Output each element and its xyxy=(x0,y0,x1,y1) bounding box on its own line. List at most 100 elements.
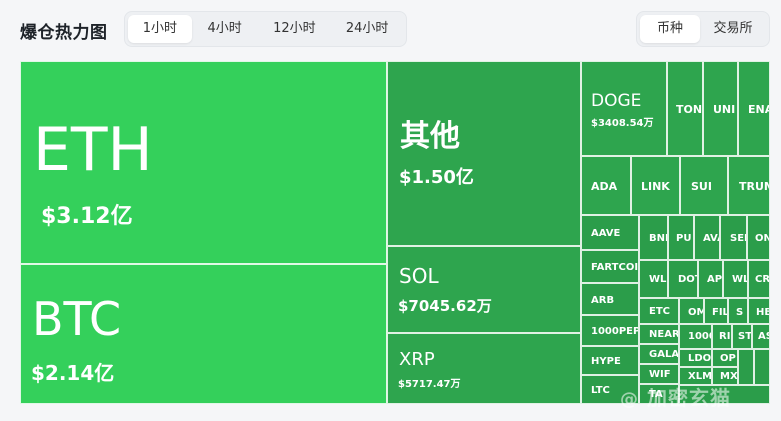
tile-symbol: ST xyxy=(738,331,752,342)
tile-ada[interactable]: ADA xyxy=(581,156,631,215)
tab-24h[interactable]: 24小时 xyxy=(331,15,403,43)
tile-symbol: 1000PEPE xyxy=(591,326,638,337)
tile-aave[interactable]: AAVE xyxy=(581,215,639,250)
watermark-text: 加密玄猫 xyxy=(646,386,731,410)
tile-dot[interactable]: DOT xyxy=(668,260,698,298)
tile-apt[interactable]: APT xyxy=(698,260,723,298)
tile-wif[interactable]: WIF xyxy=(639,364,679,384)
tile-symbol: ETC xyxy=(649,306,670,317)
tile-symbol: DOGE xyxy=(591,91,642,111)
tile-symbol: UNI xyxy=(713,103,736,116)
tile-avax[interactable]: AVA xyxy=(694,215,720,260)
tile-symbol: OM xyxy=(688,307,703,318)
tile-ldo[interactable]: LDO xyxy=(679,349,712,367)
tile-symbol: AS xyxy=(758,331,769,342)
tab-exchange[interactable]: 交易所 xyxy=(700,15,766,43)
tile-op[interactable]: OP xyxy=(712,349,738,367)
tile-s[interactable]: S xyxy=(728,298,748,324)
tile-symbol: LTC xyxy=(591,385,610,396)
tile-symbol: DOT xyxy=(678,274,697,285)
tile-symbol: ETH xyxy=(33,115,153,185)
tile-symbol: SEI xyxy=(730,233,747,244)
tile-ri[interactable]: RI xyxy=(712,324,732,349)
tile-ena[interactable]: ENA xyxy=(738,61,770,156)
tile-symbol: 其他 xyxy=(400,119,460,154)
tile-symbol: TRUM xyxy=(739,180,769,193)
tile-symbol: OP xyxy=(720,353,736,364)
tile-symbol: SOL xyxy=(399,264,439,288)
tab-4h[interactable]: 4小时 xyxy=(192,15,258,43)
tile-misc-2[interactable] xyxy=(754,349,770,385)
tile-etc[interactable]: ETC xyxy=(639,298,679,324)
tile-fil[interactable]: FIL xyxy=(704,298,728,324)
tile-symbol: XLM xyxy=(688,371,712,382)
tile-symbol: ADA xyxy=(591,180,618,193)
tile-symbol: ON xyxy=(755,233,769,244)
tile-arb[interactable]: ARB xyxy=(581,283,639,315)
tile-sui[interactable]: SUI xyxy=(680,156,728,215)
tile-ton[interactable]: TON xyxy=(667,61,703,156)
tile-misc-1[interactable] xyxy=(738,349,754,385)
tile-symbol: APT xyxy=(707,274,723,285)
tile-as[interactable]: AS xyxy=(752,324,770,349)
tile-value: $7045.62万 xyxy=(398,297,492,315)
tile-symbol: AAVE xyxy=(591,228,621,239)
tile-hype[interactable]: HYPE xyxy=(581,346,639,375)
tile-symbol: SUI xyxy=(691,180,712,193)
tile-1000[interactable]: 1000 xyxy=(679,324,712,349)
time-range-tabs: 1小时 4小时 12小时 24小时 xyxy=(124,11,407,47)
watermark: @ 加密玄猫 xyxy=(620,382,731,411)
view-mode-tabs: 币种 交易所 xyxy=(636,11,770,47)
tile-symbol: HYPE xyxy=(591,356,621,367)
tile-crv[interactable]: CR xyxy=(748,260,770,298)
tile-symbol: S xyxy=(736,307,744,318)
tile-sei[interactable]: SEI xyxy=(720,215,747,260)
tile-btc[interactable]: BTC $2.14亿 xyxy=(20,264,387,404)
tile-symbol: MX xyxy=(720,371,738,382)
tile-symbol: RI xyxy=(719,331,731,342)
tile-pu[interactable]: PU xyxy=(668,215,694,260)
tile-wl[interactable]: WL xyxy=(723,260,748,298)
tile-symbol: HB xyxy=(756,307,769,318)
tile-symbol: CR xyxy=(755,274,770,285)
tile-on[interactable]: ON xyxy=(747,215,770,260)
tile-doge[interactable]: DOGE $3408.54万 xyxy=(581,61,667,156)
tile-bnb[interactable]: BNB xyxy=(639,215,668,260)
tile-other[interactable]: 其他 $1.50亿 xyxy=(387,61,581,246)
tile-uni[interactable]: UNI xyxy=(703,61,738,156)
tile-om[interactable]: OM xyxy=(679,298,704,324)
page-title: 爆仓热力图 xyxy=(20,23,108,43)
tile-link[interactable]: LINK xyxy=(631,156,680,215)
tile-symbol: LINK xyxy=(641,180,670,193)
tile-xrp[interactable]: XRP $5717.47万 xyxy=(387,333,581,404)
tile-symbol: ENA xyxy=(748,103,769,116)
tile-eth[interactable]: ETH $3.12亿 xyxy=(20,61,387,264)
tab-coin[interactable]: 币种 xyxy=(640,15,700,43)
tile-value: $1.50亿 xyxy=(399,167,474,188)
tile-symbol: WL xyxy=(732,274,748,285)
tile-near[interactable]: NEAR xyxy=(639,324,679,344)
tile-symbol: 1000 xyxy=(688,331,711,342)
tab-1h[interactable]: 1小时 xyxy=(128,15,192,43)
tile-sol[interactable]: SOL $7045.62万 xyxy=(387,246,581,333)
tile-wld[interactable]: WLD xyxy=(639,260,668,298)
watermark-at: @ xyxy=(620,389,639,410)
liquidation-heatmap: ETH $3.12亿 BTC $2.14亿 其他 $1.50亿 SOL $704… xyxy=(20,61,770,404)
tile-fartcoin[interactable]: FARTCOIN xyxy=(581,250,639,283)
tile-symbol: TON xyxy=(676,103,703,116)
tile-1000pepe[interactable]: 1000PEPE xyxy=(581,315,639,346)
tab-12h[interactable]: 12小时 xyxy=(258,15,332,43)
tile-symbol: WLD xyxy=(649,274,667,285)
tile-trump[interactable]: TRUM xyxy=(728,156,770,215)
tile-symbol: WIF xyxy=(649,369,671,380)
tile-value: $2.14亿 xyxy=(31,361,115,385)
tile-st[interactable]: ST xyxy=(732,324,752,349)
tile-symbol: ARB xyxy=(591,295,615,306)
tile-symbol: BTC xyxy=(32,292,122,346)
tile-symbol: FARTCOIN xyxy=(591,262,639,273)
tile-hb[interactable]: HB xyxy=(748,298,770,324)
tile-gala[interactable]: GALA xyxy=(639,344,679,364)
tile-value: $3408.54万 xyxy=(591,118,654,129)
tile-symbol: XRP xyxy=(399,349,435,370)
tile-symbol: BNB xyxy=(649,233,667,244)
